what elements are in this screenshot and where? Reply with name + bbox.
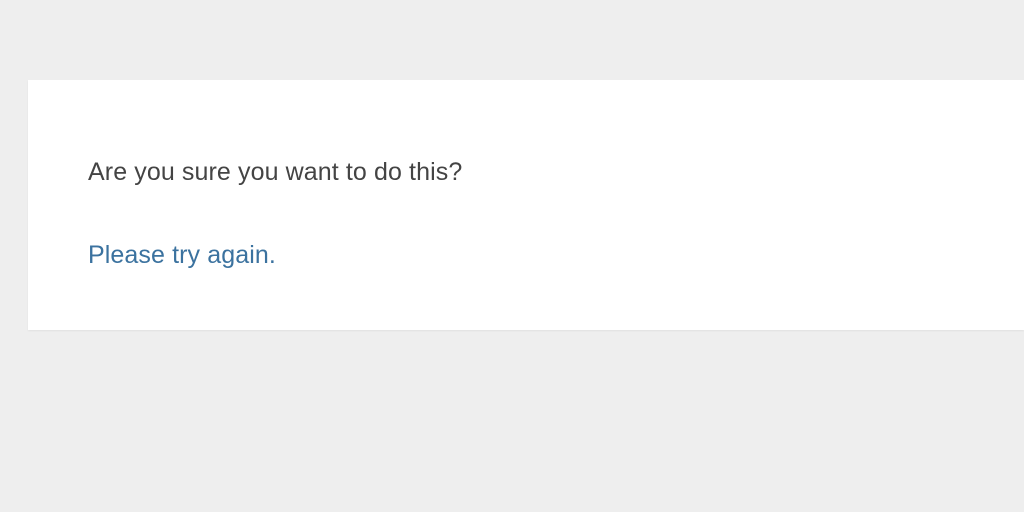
confirmation-panel: Are you sure you want to do this? Please… [28, 80, 1024, 330]
confirmation-message: Are you sure you want to do this? [88, 158, 964, 187]
retry-link[interactable]: Please try again. [88, 241, 276, 269]
